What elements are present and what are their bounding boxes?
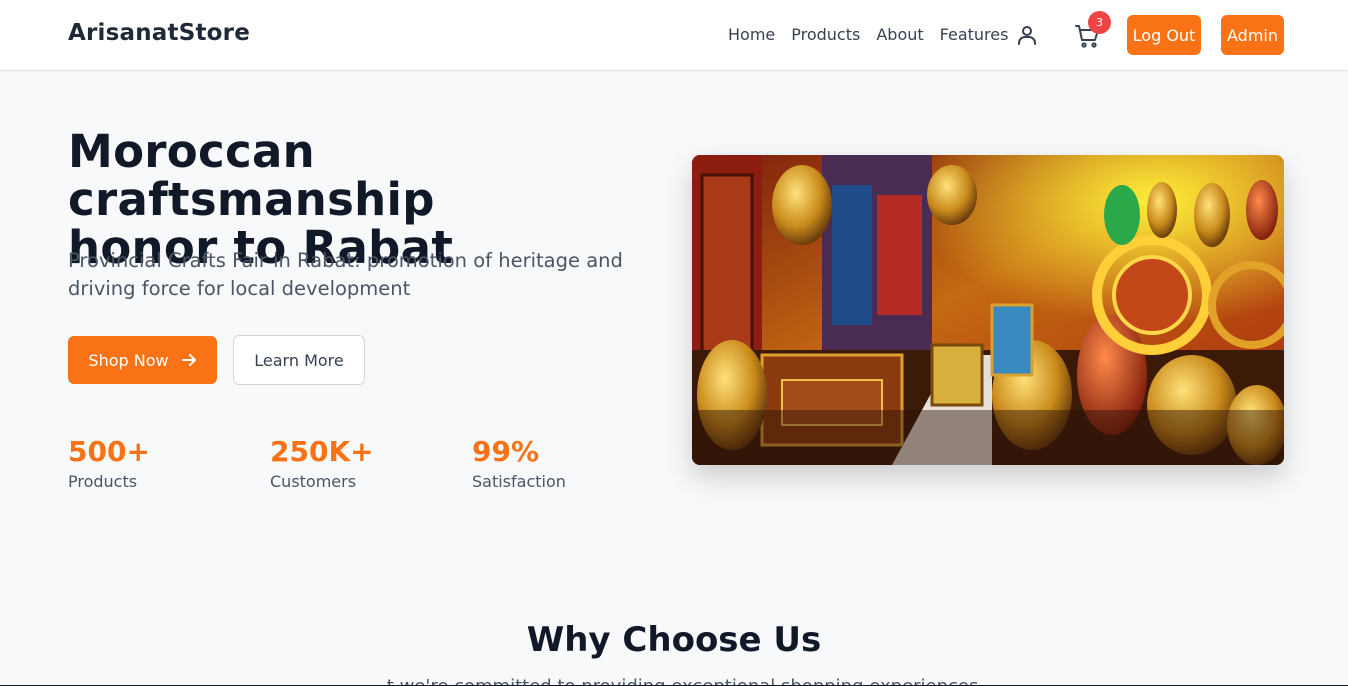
stat-products: 500+ Products: [68, 434, 150, 491]
nav-links: Home Products About Features: [728, 25, 1008, 44]
cart-count-badge: 3: [1088, 11, 1111, 34]
navbar: ArisanatStore Home Products About Featur…: [0, 0, 1348, 71]
hero-image: [692, 155, 1284, 465]
nav-link-about[interactable]: About: [876, 25, 923, 44]
brand-logo[interactable]: ArisanatStore: [68, 20, 250, 46]
logout-button[interactable]: Log Out: [1127, 15, 1201, 55]
nav-link-home[interactable]: Home: [728, 25, 775, 44]
stat-label: Customers: [270, 472, 357, 491]
hero-subtitle: Provincial Crafts Fair in Rabat: promoti…: [68, 249, 623, 300]
stat-value: 500+: [68, 435, 150, 468]
learn-more-button[interactable]: Learn More: [233, 335, 365, 385]
admin-button[interactable]: Admin: [1221, 15, 1284, 55]
stat-customers: 250K+ Customers: [270, 434, 374, 491]
stat-label: Satisfaction: [472, 472, 566, 491]
nav-link-products[interactable]: Products: [791, 25, 860, 44]
nav-link-features[interactable]: Features: [940, 25, 1009, 44]
arrow-right-icon: [181, 354, 196, 366]
shop-now-button[interactable]: Shop Now: [68, 336, 217, 384]
hero-title-line1: Moroccan craftsmanship: [68, 125, 435, 226]
user-icon[interactable]: [1015, 23, 1039, 47]
stat-label: Products: [68, 472, 138, 491]
stat-satisfaction: 99% Satisfaction: [472, 434, 566, 491]
stat-value: 99%: [472, 435, 540, 468]
stat-value: 250K+: [270, 435, 374, 468]
shop-now-label: Shop Now: [88, 350, 169, 370]
why-choose-us-title: Why Choose Us: [526, 620, 822, 660]
